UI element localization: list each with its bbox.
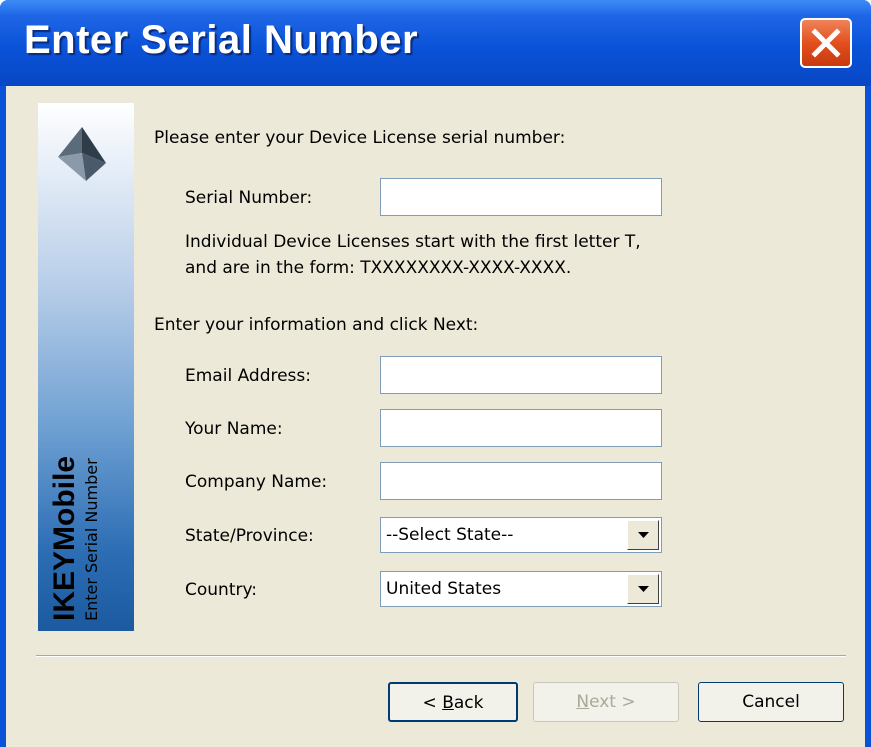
close-button[interactable] — [800, 18, 852, 68]
company-name-input[interactable] — [380, 462, 662, 500]
country-label: Country: — [185, 580, 258, 600]
state-province-select[interactable]: --Select State-- — [380, 517, 662, 553]
button-divider — [36, 655, 846, 657]
back-button-prefix: < — [422, 693, 443, 713]
side-banner: IKEYMobile Enter Serial Number — [38, 103, 134, 631]
next-button-accelerator: N — [576, 692, 590, 712]
dialog-client-area: IKEYMobile Enter Serial Number Please en… — [6, 86, 865, 747]
serial-hint-line-2: and are in the form: TXXXXXXXX-XXXX-XXXX… — [185, 258, 572, 278]
cancel-button[interactable]: Cancel — [698, 682, 844, 722]
company-name-label: Company Name: — [185, 472, 328, 492]
state-province-value: --Select State-- — [386, 525, 514, 545]
email-address-label: Email Address: — [185, 366, 311, 386]
next-button[interactable]: Next > — [533, 682, 679, 722]
dialog-window: Enter Serial Number IKEYMobile Enter Ser… — [0, 0, 871, 747]
next-button-label: ext > — [589, 692, 636, 712]
state-province-label: State/Province: — [185, 526, 314, 546]
window-title: Enter Serial Number — [24, 18, 419, 62]
back-button[interactable]: < Back — [388, 682, 518, 722]
email-address-input[interactable] — [380, 356, 662, 394]
country-dropdown-button[interactable] — [627, 574, 659, 604]
info-prompt: Enter your information and click Next: — [154, 315, 479, 335]
serial-hint-line-1: Individual Device Licenses start with th… — [185, 232, 641, 252]
title-bar[interactable]: Enter Serial Number — [0, 0, 871, 86]
banner-product-name: IKEYMobile — [48, 455, 81, 621]
serial-number-label: Serial Number: — [185, 188, 313, 208]
dropdown-arrow-icon — [638, 586, 649, 592]
serial-prompt: Please enter your Device License serial … — [154, 128, 566, 148]
country-value: United States — [386, 579, 502, 599]
country-select[interactable]: United States — [380, 571, 662, 607]
close-x-icon — [811, 28, 841, 58]
serial-number-input[interactable] — [380, 178, 662, 216]
dropdown-arrow-icon — [638, 532, 649, 538]
your-name-input[interactable] — [380, 409, 662, 447]
back-button-label: ack — [453, 693, 484, 713]
state-dropdown-button[interactable] — [627, 520, 659, 550]
banner-subtitle: Enter Serial Number — [82, 458, 101, 621]
banner-text: IKEYMobile Enter Serial Number — [48, 121, 102, 621]
your-name-label: Your Name: — [185, 419, 283, 439]
back-button-accelerator: B — [442, 693, 454, 713]
